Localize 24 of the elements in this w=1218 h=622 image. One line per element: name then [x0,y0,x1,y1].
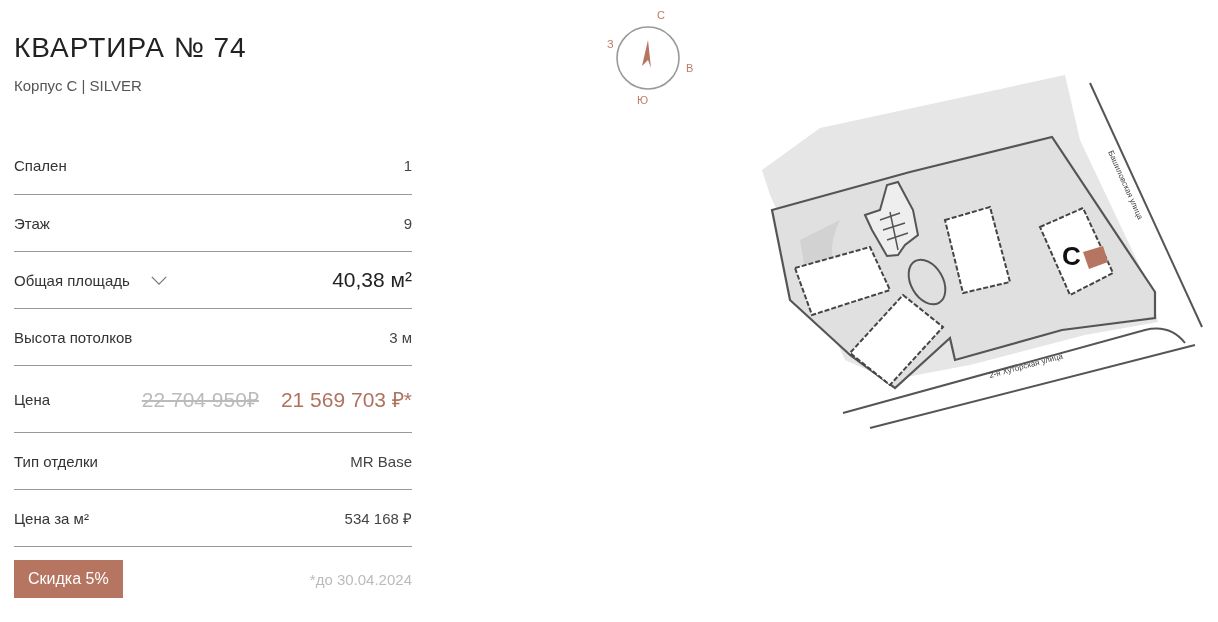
discount-price: 21 569 703 ₽* [280,387,412,413]
row-label: Высота потолков [14,328,133,346]
building-label: С [1062,241,1081,271]
row-label: Цена за м² [14,509,89,527]
row-value: 3 м [389,328,412,346]
chevron-down-icon[interactable] [149,274,168,286]
building-subtitle: Корпус С | SILVER [14,77,143,94]
apartment-marker [1083,246,1108,269]
apartment-title: КВАРТИРА № 74 [14,31,248,65]
row-label: Общая площадь [14,271,130,289]
discount-note: *до 30.04.2024 [309,570,412,588]
row-label: Тип отделки [14,452,98,470]
row-label: Цена [14,390,51,408]
area-value: 40,38 м² [332,268,412,292]
row-value: 534 168 ₽ [344,509,412,528]
oval-outline [907,258,947,306]
row-value: 9 [403,214,412,232]
old-price: 22 704 950₽ [141,387,259,413]
compass-drawing: С В Ю З [602,4,702,114]
discount-button[interactable]: Скидка 5% [14,560,123,598]
row-label: Спален [14,157,67,174]
row-value: MR Base [350,452,412,470]
row-value: 1 [403,157,412,174]
row-label: Этаж [14,214,50,232]
